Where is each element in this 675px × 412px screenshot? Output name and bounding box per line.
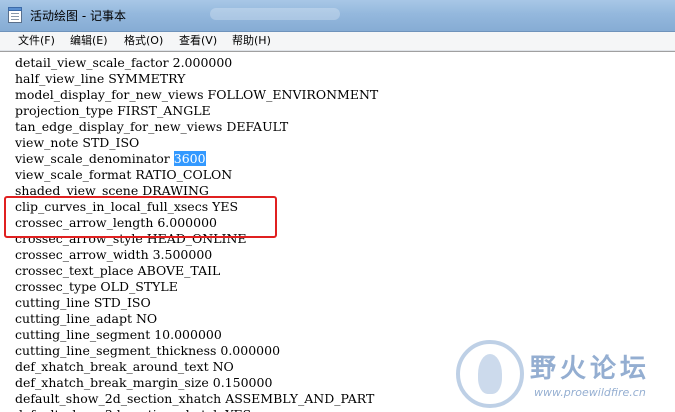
line-text: view_scale_denominator — [15, 151, 174, 166]
line-text: def_xhatch_break_around_text NO — [15, 359, 234, 374]
text-line: model_display_for_new_views FOLLOW_ENVIR… — [15, 87, 378, 103]
text-line: projection_type FIRST_ANGLE — [15, 103, 378, 119]
notepad-app-icon[interactable] — [8, 7, 22, 23]
title-glare — [210, 8, 340, 20]
line-text: crossec_arrow_width 3.500000 — [15, 247, 213, 262]
line-text: cutting_line_segment 10.000000 — [15, 327, 222, 342]
line-text: model_display_for_new_views FOLLOW_ENVIR… — [15, 87, 379, 102]
text-line: view_scale_denominator 3600 — [15, 151, 378, 167]
line-text: cutting_line STD_ISO — [15, 295, 151, 310]
menu-edit[interactable]: 编辑(E) — [70, 33, 108, 49]
text-line: cutting_line_segment 10.000000 — [15, 327, 378, 343]
red-annotation-box — [4, 196, 277, 238]
menu-view[interactable]: 查看(V) — [179, 33, 217, 49]
line-text: cutting_line_adapt NO — [15, 311, 158, 326]
text-line: detail_view_scale_factor 2.000000 — [15, 55, 378, 71]
menu-bar: 文件(F) 编辑(E) 格式(O) 查看(V) 帮助(H) — [0, 32, 675, 51]
line-text: cutting_line_segment_thickness 0.000000 — [15, 343, 281, 358]
text-line: def_xhatch_break_around_text NO — [15, 359, 378, 375]
text-line: crossec_arrow_width 3.500000 — [15, 247, 378, 263]
menu-format[interactable]: 格式(O) — [124, 33, 163, 49]
title-bar[interactable]: 活动绘图 - 记事本 — [0, 0, 675, 32]
text-line: def_xhatch_break_margin_size 0.150000 — [15, 375, 378, 391]
line-text: half_view_line SYMMETRY — [15, 71, 186, 86]
text-line: cutting_line_adapt NO — [15, 311, 378, 327]
notepad-window: 活动绘图 - 记事本 文件(F) 编辑(E) 格式(O) 查看(V) 帮助(H)… — [0, 0, 675, 412]
line-text: crossec_text_place ABOVE_TAIL — [15, 263, 221, 278]
text-line: cutting_line STD_ISO — [15, 295, 378, 311]
line-text: detail_view_scale_factor 2.000000 — [15, 55, 233, 70]
line-text: default_show_2d_section_xhatch ASSEMBLY_… — [15, 391, 375, 406]
text-line: cutting_line_segment_thickness 0.000000 — [15, 343, 378, 359]
text-line: crossec_text_place ABOVE_TAIL — [15, 263, 378, 279]
text-editor-area[interactable]: detail_view_scale_factor 2.000000 half_vi… — [0, 51, 675, 412]
line-text: crossec_type OLD_STYLE — [15, 279, 178, 294]
text-line: half_view_line SYMMETRY — [15, 71, 378, 87]
line-text: default_show_3d_section_xhatch YES — [15, 407, 251, 412]
text-line: view_note STD_ISO — [15, 135, 378, 151]
text-line: view_scale_format RATIO_COLON — [15, 167, 378, 183]
line-text: def_xhatch_break_margin_size 0.150000 — [15, 375, 273, 390]
menu-help[interactable]: 帮助(H) — [232, 33, 271, 49]
menu-file[interactable]: 文件(F) — [18, 33, 55, 49]
text-line: default_show_2d_section_xhatch ASSEMBLY_… — [15, 391, 378, 407]
line-text: projection_type FIRST_ANGLE — [15, 103, 211, 118]
text-line: default_show_3d_section_xhatch YES — [15, 407, 378, 412]
selected-text: 3600 — [173, 151, 206, 166]
line-text: view_scale_format RATIO_COLON — [15, 167, 233, 182]
window-title: 活动绘图 - 记事本 — [30, 9, 126, 23]
text-line: crossec_type OLD_STYLE — [15, 279, 378, 295]
line-text: tan_edge_display_for_new_views DEFAULT — [15, 119, 289, 134]
text-line: tan_edge_display_for_new_views DEFAULT — [15, 119, 378, 135]
line-text: view_note STD_ISO — [15, 135, 140, 150]
